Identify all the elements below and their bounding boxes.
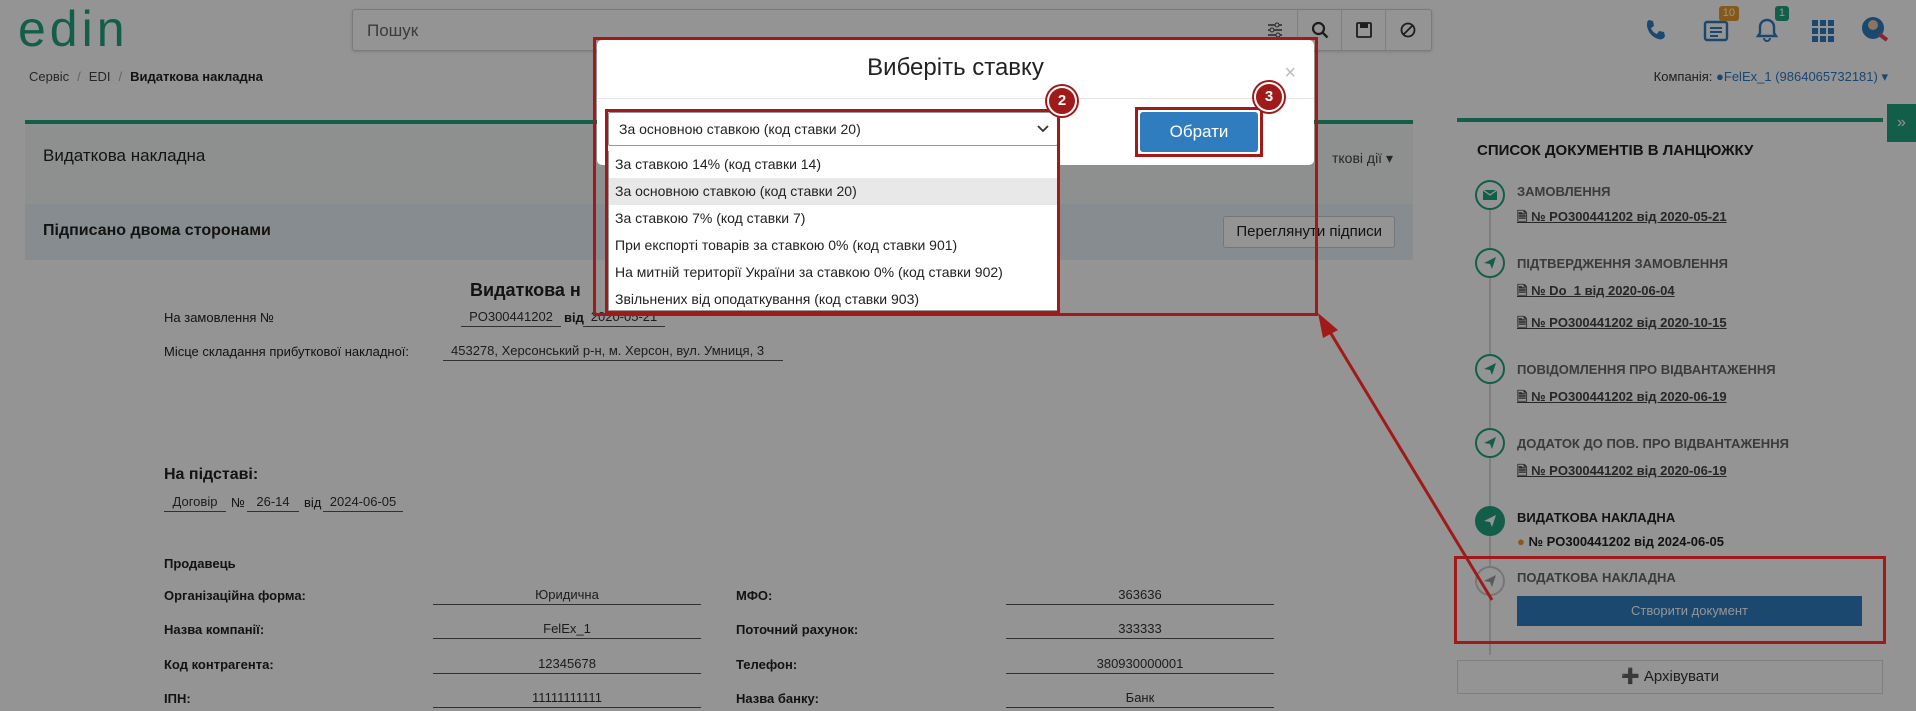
annotation-arrow bbox=[1318, 313, 1494, 601]
